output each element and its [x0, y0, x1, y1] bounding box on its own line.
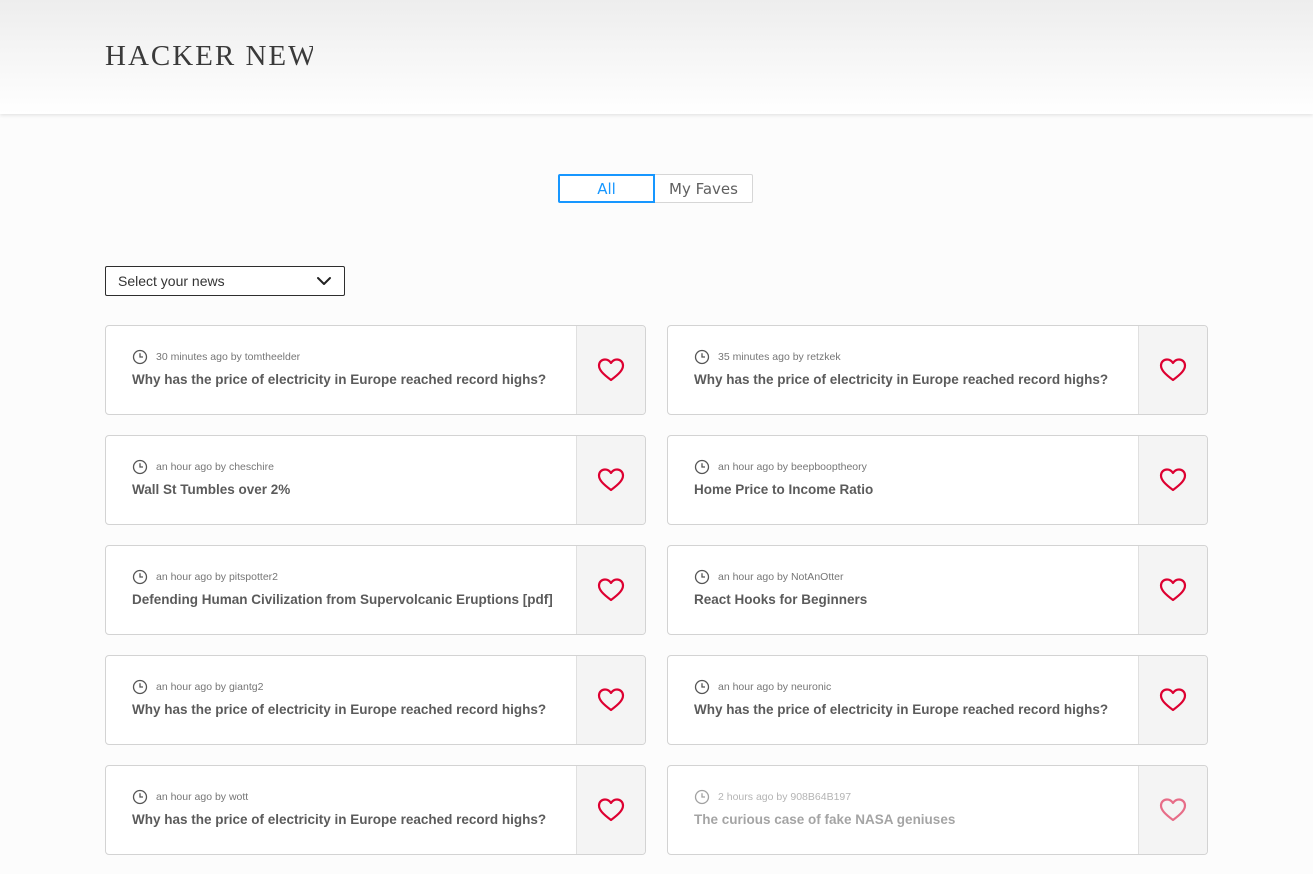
heart-icon [597, 798, 625, 822]
favorite-button[interactable] [576, 326, 645, 414]
news-card[interactable]: an hour ago by neuronic Why has the pric… [667, 655, 1208, 745]
news-meta-text: an hour ago by NotAnOtter [718, 571, 844, 583]
clock-icon [694, 679, 710, 695]
heart-icon [597, 688, 625, 712]
news-title[interactable]: Why has the price of electricity in Euro… [132, 372, 546, 387]
clock-icon [132, 569, 148, 585]
news-title[interactable]: Why has the price of electricity in Euro… [694, 372, 1108, 387]
heart-icon [597, 358, 625, 382]
clock-icon [132, 459, 148, 475]
heart-icon [1159, 578, 1187, 602]
heart-icon [1159, 358, 1187, 382]
heart-icon [597, 468, 625, 492]
logo: HACKER NEWS [105, 40, 313, 72]
favorite-button[interactable] [1138, 436, 1207, 524]
news-title[interactable]: The curious case of fake NASA geniuses [694, 812, 955, 827]
clock-icon [694, 459, 710, 475]
news-meta-text: an hour ago by beepbooptheory [718, 461, 867, 473]
favorite-button[interactable] [1138, 656, 1207, 744]
news-meta-text: an hour ago by giantg2 [156, 681, 264, 693]
news-meta-text: an hour ago by pitspotter2 [156, 571, 279, 583]
news-card[interactable]: an hour ago by cheschire Wall St Tumbles… [105, 435, 646, 525]
news-title[interactable]: Why has the price of electricity in Euro… [694, 702, 1108, 717]
chevron-down-icon [317, 277, 331, 285]
favorite-button[interactable] [1138, 326, 1207, 414]
news-card[interactable]: an hour ago by pitspotter2 Defending Hum… [105, 545, 646, 635]
news-meta: 35 minutes ago by retzkek [694, 349, 841, 365]
news-card[interactable]: an hour ago by giantg2 Why has the price… [105, 655, 646, 745]
news-meta: an hour ago by beepbooptheory [694, 459, 867, 475]
news-title[interactable]: Why has the price of electricity in Euro… [132, 702, 546, 717]
news-meta: an hour ago by wott [132, 789, 248, 805]
news-select-placeholder: Select your news [118, 273, 225, 289]
favorite-button[interactable] [576, 546, 645, 634]
heart-icon [1159, 688, 1187, 712]
heart-icon [1159, 798, 1187, 822]
news-card[interactable]: 30 minutes ago by tomtheelder Why has th… [105, 325, 646, 415]
news-meta-text: an hour ago by cheschire [156, 461, 274, 473]
news-meta: 30 minutes ago by tomtheelder [132, 349, 300, 365]
clock-icon [694, 789, 710, 805]
favorite-button[interactable] [576, 436, 645, 524]
news-title[interactable]: Why has the price of electricity in Euro… [132, 812, 546, 827]
news-meta-text: 35 minutes ago by retzkek [718, 351, 841, 363]
tab-all[interactable]: All [558, 174, 655, 203]
news-title[interactable]: Defending Human Civilization from Superv… [132, 592, 553, 607]
news-meta-text: 2 hours ago by 908B64B197 [718, 791, 852, 803]
news-meta: an hour ago by cheschire [132, 459, 274, 475]
news-card[interactable]: an hour ago by NotAnOtter React Hooks fo… [667, 545, 1208, 635]
favorite-button[interactable] [576, 656, 645, 744]
news-select[interactable]: Select your news [105, 266, 345, 296]
header: HACKER NEWS [0, 0, 1313, 114]
heart-icon [1159, 468, 1187, 492]
heart-icon [597, 578, 625, 602]
news-meta: 2 hours ago by 908B64B197 [694, 789, 851, 805]
view-toggle: All My Faves [558, 174, 753, 203]
news-title[interactable]: Wall St Tumbles over 2% [132, 482, 290, 497]
news-meta: an hour ago by pitspotter2 [132, 569, 278, 585]
favorite-button[interactable] [1138, 546, 1207, 634]
clock-icon [132, 789, 148, 805]
news-meta-text: 30 minutes ago by tomtheelder [156, 351, 301, 363]
clock-icon [694, 569, 710, 585]
news-meta: an hour ago by giantg2 [132, 679, 263, 695]
favorite-button[interactable] [576, 766, 645, 854]
clock-icon [132, 349, 148, 365]
news-meta: an hour ago by NotAnOtter [694, 569, 844, 585]
clock-icon [694, 349, 710, 365]
news-card[interactable]: an hour ago by beepbooptheory Home Price… [667, 435, 1208, 525]
news-title[interactable]: React Hooks for Beginners [694, 592, 867, 607]
news-card[interactable]: 2 hours ago by 908B64B197 The curious ca… [667, 765, 1208, 855]
news-card[interactable]: 35 minutes ago by retzkek Why has the pr… [667, 325, 1208, 415]
news-meta-text: an hour ago by wott [156, 791, 249, 803]
clock-icon [132, 679, 148, 695]
favorite-button[interactable] [1138, 766, 1207, 854]
news-card[interactable]: an hour ago by wott Why has the price of… [105, 765, 646, 855]
tab-my-faves[interactable]: My Faves [655, 174, 753, 203]
news-meta: an hour ago by neuronic [694, 679, 831, 695]
news-title[interactable]: Home Price to Income Ratio [694, 482, 873, 497]
news-meta-text: an hour ago by neuronic [718, 681, 832, 693]
